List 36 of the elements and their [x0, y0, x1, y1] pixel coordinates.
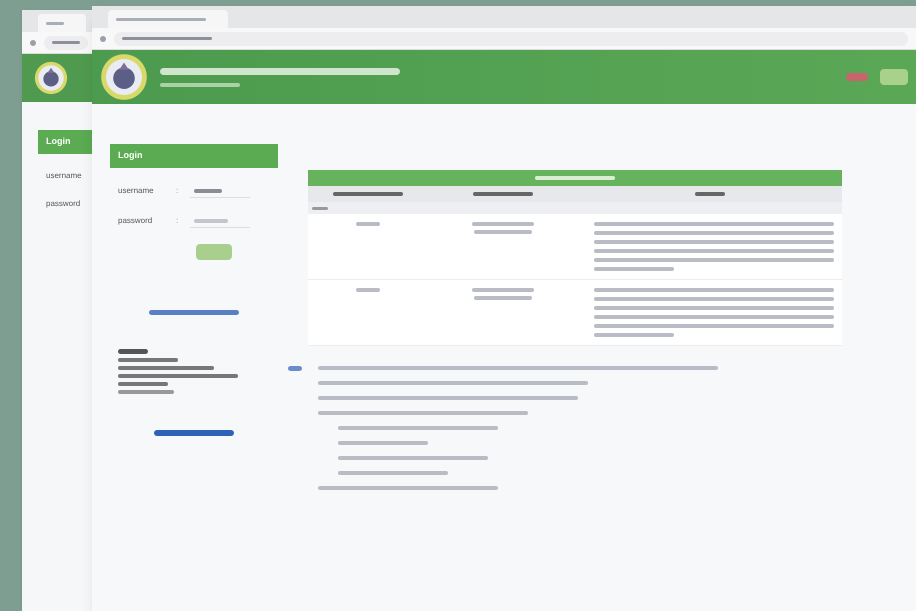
login-button[interactable] [196, 244, 232, 260]
blurred-text [118, 382, 168, 386]
blurred-text [333, 192, 403, 196]
blurred-text [695, 192, 725, 196]
colon: : [176, 185, 178, 197]
blurred-text [472, 288, 534, 292]
emblem-logo-icon [100, 53, 148, 101]
field-label: password [46, 198, 82, 210]
blurred-text [473, 192, 533, 196]
url-field[interactable] [114, 32, 908, 46]
blurred-text [194, 188, 222, 192]
browser-tab[interactable] [108, 10, 228, 28]
blurred-text [474, 296, 532, 300]
emblem-logo-icon [34, 61, 68, 95]
browser-tab[interactable] [38, 14, 86, 32]
url-field[interactable] [44, 36, 88, 50]
blurred-text [46, 22, 64, 24]
blurred-text [474, 230, 532, 234]
field-label: password [118, 215, 154, 227]
login-title: Login [46, 135, 70, 148]
login-title: Login [118, 149, 142, 162]
blurred-text [52, 41, 80, 44]
colon: : [176, 215, 178, 227]
header-button[interactable] [880, 69, 908, 85]
blurred-text [194, 218, 228, 222]
blurred-text [356, 288, 380, 292]
blurred-text [118, 390, 174, 394]
blurred-text [288, 366, 302, 371]
blurred-text [356, 222, 380, 226]
field-label: username [46, 170, 83, 182]
blurred-text [118, 358, 178, 362]
blurred-text [118, 349, 148, 354]
flag-icon [846, 73, 868, 81]
field-label: username [118, 185, 155, 197]
blurred-text [472, 222, 534, 226]
blurred-text [312, 206, 328, 210]
